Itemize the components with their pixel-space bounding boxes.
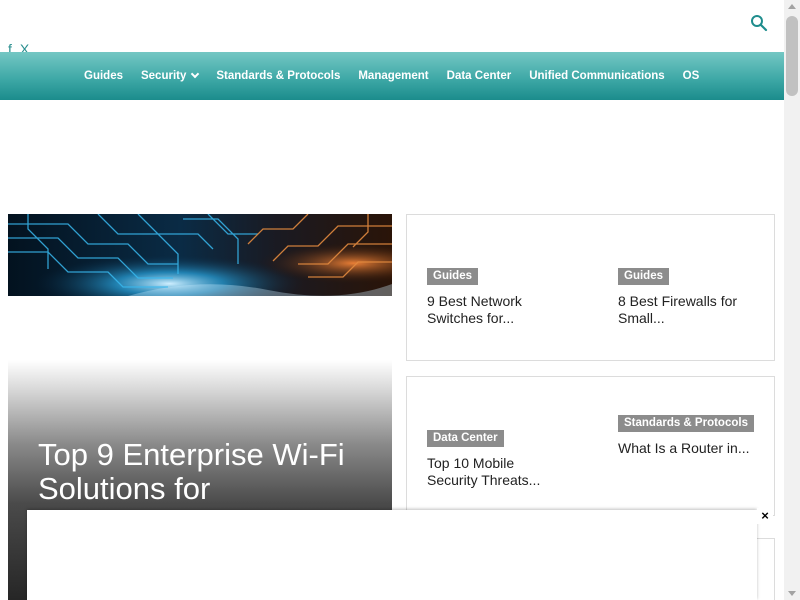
scrollbar[interactable] bbox=[784, 0, 800, 600]
nav-label: OS bbox=[682, 70, 700, 82]
close-icon[interactable]: × bbox=[757, 508, 773, 524]
category-badge[interactable]: Data Center bbox=[427, 430, 504, 447]
nav-label: Standards & Protocols bbox=[216, 70, 341, 82]
scroll-down-arrow-icon[interactable] bbox=[788, 591, 796, 596]
article-item[interactable]: Guides 8 Best Firewalls for Small... bbox=[618, 266, 758, 327]
scrollbar-thumb[interactable] bbox=[786, 16, 798, 96]
nav-label: Security bbox=[140, 70, 187, 82]
nav-item-guides[interactable]: Guides bbox=[75, 70, 132, 82]
ad-banner[interactable] bbox=[27, 510, 757, 600]
article-title[interactable]: What Is a Router in... bbox=[618, 440, 758, 457]
nav-label: Data Center bbox=[446, 70, 512, 82]
article-item[interactable]: Standards & Protocols What Is a Router i… bbox=[618, 415, 758, 457]
nav-item-security[interactable]: Security bbox=[132, 69, 207, 82]
article-title[interactable]: Top 10 Mobile Security Threats... bbox=[427, 455, 567, 489]
feature-image[interactable] bbox=[8, 214, 392, 296]
article-title[interactable]: 8 Best Firewalls for Small... bbox=[618, 293, 758, 327]
scroll-up-arrow-icon[interactable] bbox=[788, 4, 796, 9]
search-icon[interactable] bbox=[750, 14, 768, 32]
article-card: Data Center Top 10 Mobile Security Threa… bbox=[406, 376, 775, 516]
article-card: Guides 9 Best Network Switches for... Gu… bbox=[406, 214, 775, 361]
nav-item-os[interactable]: OS bbox=[674, 70, 709, 82]
article-item[interactable]: Data Center Top 10 Mobile Security Threa… bbox=[427, 428, 567, 489]
nav-label: Unified Communications bbox=[529, 70, 665, 82]
nav-label: Management bbox=[358, 70, 429, 82]
circuit-board-image bbox=[8, 214, 392, 296]
nav-item-standards-protocols[interactable]: Standards & Protocols bbox=[207, 70, 349, 82]
category-badge[interactable]: Guides bbox=[618, 268, 669, 285]
nav-item-data-center[interactable]: Data Center bbox=[438, 70, 521, 82]
nav-item-management[interactable]: Management bbox=[349, 70, 437, 82]
nav-label: Guides bbox=[84, 70, 123, 82]
nav-item-unified-communications[interactable]: Unified Communications bbox=[520, 70, 673, 82]
feature-title[interactable]: Top 9 Enterprise Wi-Fi Solutions for bbox=[38, 438, 378, 506]
article-item[interactable]: Guides 9 Best Network Switches for... bbox=[427, 266, 567, 327]
article-title[interactable]: 9 Best Network Switches for... bbox=[427, 293, 567, 327]
category-badge[interactable]: Guides bbox=[427, 268, 478, 285]
category-badge[interactable]: Standards & Protocols bbox=[618, 415, 754, 432]
chevron-down-icon bbox=[191, 69, 200, 79]
site-header: fX bbox=[0, 0, 784, 54]
main-nav: Guides Security Standards & Protocols Ma… bbox=[0, 52, 784, 100]
